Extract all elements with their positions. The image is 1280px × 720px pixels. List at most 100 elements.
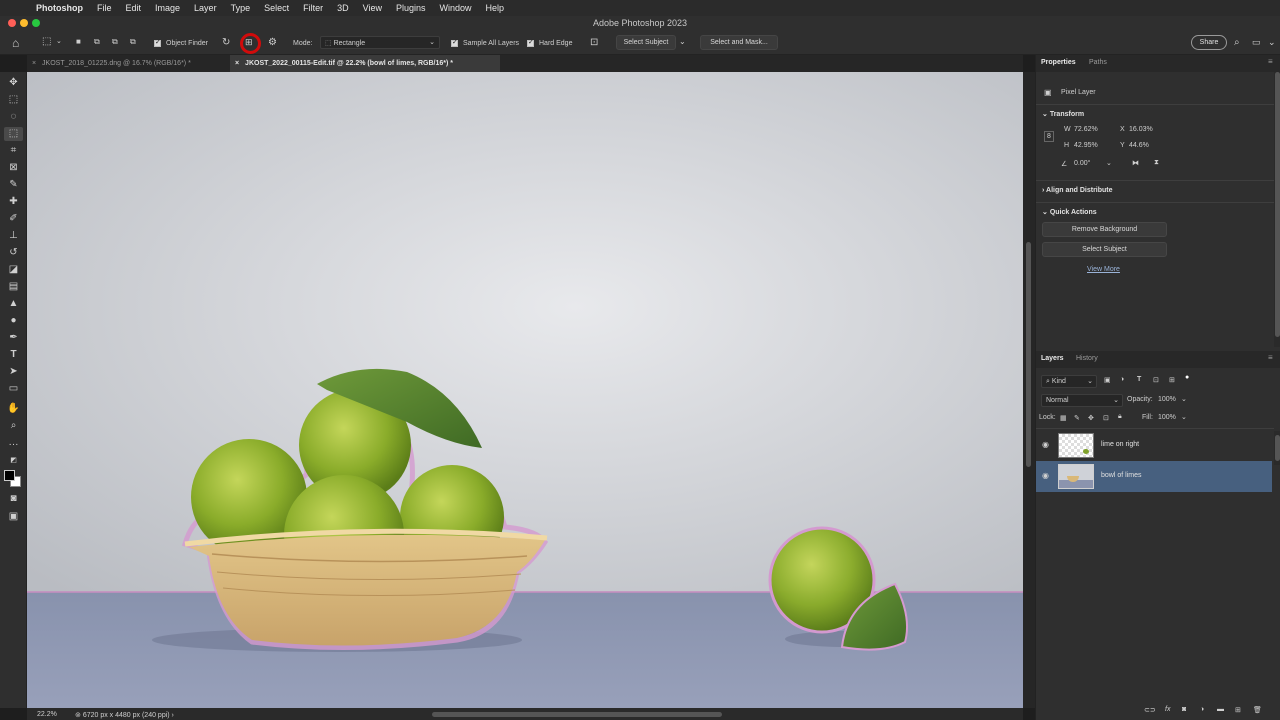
object-selection-tool-icon[interactable]: ⬚ — [4, 127, 23, 141]
eraser-tool-icon[interactable]: ◪ — [4, 263, 23, 277]
menu-file[interactable]: File — [97, 3, 112, 13]
lasso-tool-icon[interactable]: ◌ — [4, 110, 23, 124]
gear-icon[interactable]: ⚙ — [268, 37, 277, 48]
mode-dropdown[interactable]: ⬚ Rectangle ⌄ — [320, 36, 440, 49]
quick-actions-header[interactable]: ⌄ Quick Actions — [1042, 208, 1097, 216]
select-and-mask-button[interactable]: Select and Mask... — [700, 35, 778, 50]
remove-background-button[interactable]: Remove Background — [1042, 222, 1167, 237]
adjustment-layer-icon[interactable]: ◑ — [1200, 706, 1204, 713]
new-selection-icon[interactable]: ■ — [76, 37, 81, 46]
lock-image-icon[interactable]: ✎ — [1074, 414, 1080, 422]
dodge-tool-icon[interactable]: ● — [4, 314, 23, 328]
layer-filter-dropdown[interactable]: ⌕ Kind ⌄ — [1041, 375, 1097, 388]
menu-image[interactable]: Image — [155, 3, 180, 13]
select-subject-quick-button[interactable]: Select Subject — [1042, 242, 1167, 257]
filter-pixel-icon[interactable]: ▣ — [1104, 376, 1111, 384]
layers-scrollbar[interactable] — [1274, 431, 1280, 465]
filter-toggle-icon[interactable]: ● — [1185, 374, 1189, 381]
layer-name[interactable]: bowl of limes — [1101, 472, 1141, 479]
tab-paths[interactable]: Paths — [1089, 59, 1107, 66]
sample-options-icon[interactable]: ⊡ — [590, 37, 598, 48]
link-icon[interactable]: 8 — [1044, 131, 1054, 142]
align-section-header[interactable]: › Align and Distribute — [1042, 187, 1113, 194]
layer-row[interactable]: ◉ lime on right — [1036, 430, 1272, 461]
menu-filter[interactable]: Filter — [303, 3, 323, 13]
workspace-chevron-icon[interactable]: ⌄ — [1268, 37, 1276, 48]
chevron-down-icon[interactable]: ⌄ — [1181, 395, 1187, 403]
menu-type[interactable]: Type — [231, 3, 251, 13]
chevron-down-icon[interactable]: ⌄ — [56, 37, 62, 45]
eyedropper-tool-icon[interactable]: ✎ — [4, 178, 23, 192]
menu-edit[interactable]: Edit — [126, 3, 142, 13]
visibility-eye-icon[interactable]: ◉ — [1042, 440, 1049, 449]
tab-properties[interactable]: Properties — [1041, 59, 1076, 66]
share-button[interactable]: Share — [1191, 35, 1227, 50]
gradient-tool-icon[interactable]: ▤ — [4, 280, 23, 294]
crop-tool-icon[interactable]: ⌗ — [4, 144, 23, 158]
move-tool-icon[interactable]: ✥ — [4, 76, 23, 90]
properties-scrollbar[interactable] — [1274, 72, 1280, 347]
close-icon[interactable]: × — [235, 60, 239, 67]
default-colors-icon[interactable]: ◩ — [4, 454, 23, 468]
menu-layer[interactable]: Layer — [194, 3, 217, 13]
home-icon[interactable]: ⌂ — [12, 36, 19, 50]
width-field[interactable]: 72.62% — [1074, 126, 1098, 137]
filter-smart-object-icon[interactable]: ⊞ — [1169, 376, 1175, 384]
frame-tool-icon[interactable]: ⊠ — [4, 161, 23, 175]
scrollbar-thumb[interactable] — [1026, 242, 1031, 467]
panel-menu-icon[interactable]: ≡ — [1268, 57, 1273, 66]
transform-section-header[interactable]: ⌄ Transform — [1042, 110, 1084, 118]
menu-help[interactable]: Help — [486, 3, 505, 13]
vertical-scrollbar[interactable] — [1023, 72, 1035, 708]
tab-history[interactable]: History — [1076, 355, 1098, 362]
scrollbar-thumb[interactable] — [1275, 72, 1280, 337]
height-field[interactable]: 42.95% — [1074, 142, 1098, 153]
delete-layer-icon[interactable]: 🗑︎ — [1253, 706, 1262, 714]
blend-mode-dropdown[interactable]: Normal ⌄ — [1041, 394, 1123, 407]
hand-tool-icon[interactable]: ✋ — [4, 402, 23, 416]
workspace-icon[interactable]: ▭ — [1252, 37, 1261, 48]
subtract-selection-icon[interactable]: ⧉ — [112, 37, 118, 47]
flip-vertical-icon[interactable]: ⧗ — [1154, 159, 1159, 167]
x-field[interactable]: 16.03% — [1129, 126, 1153, 137]
refresh-icon[interactable]: ↻ — [222, 37, 230, 48]
path-selection-icon[interactable]: ➤ — [4, 365, 23, 379]
close-icon[interactable]: × — [32, 60, 36, 67]
object-finder-checkbox[interactable] — [154, 38, 161, 47]
healing-brush-icon[interactable]: ✚ — [4, 195, 23, 209]
menu-photoshop[interactable]: Photoshop — [36, 3, 83, 13]
select-subject-button[interactable]: Select Subject — [616, 35, 676, 50]
zoom-level[interactable]: 22.2% — [37, 711, 57, 718]
tab-document-2[interactable]: × JKOST_2022_00115-Edit.tif @ 22.2% (bow… — [230, 55, 500, 72]
opacity-field[interactable]: 100% — [1158, 396, 1176, 407]
menu-window[interactable]: Window — [440, 3, 472, 13]
tab-document-1[interactable]: × JKOST_2018_01225.dng @ 16.7% (RGB/16*)… — [27, 55, 230, 72]
search-icon[interactable]: ⌕ — [1234, 37, 1240, 48]
foreground-color-swatch[interactable] — [4, 470, 15, 481]
visibility-eye-icon[interactable]: ◉ — [1042, 471, 1049, 480]
zoom-tool-icon[interactable]: ⌕ — [4, 419, 23, 433]
marquee-tool-icon[interactable]: ⬚ — [4, 93, 23, 107]
menu-select[interactable]: Select — [264, 3, 289, 13]
filter-adjustment-icon[interactable]: ◑ — [1120, 376, 1124, 383]
new-group-icon[interactable]: ▬ — [1217, 706, 1224, 713]
history-brush-icon[interactable]: ↺ — [4, 246, 23, 260]
layer-name[interactable]: lime on right — [1101, 441, 1139, 448]
blur-tool-icon[interactable]: ▲ — [4, 297, 23, 311]
menu-view[interactable]: View — [363, 3, 382, 13]
lock-artboard-icon[interactable]: ⊡ — [1103, 414, 1109, 422]
scrollbar-thumb[interactable] — [1275, 435, 1280, 461]
add-selection-icon[interactable]: ⧉ — [94, 37, 100, 47]
chevron-down-icon[interactable]: ⌄ — [1181, 413, 1187, 421]
pen-tool-icon[interactable]: ✒ — [4, 331, 23, 345]
chevron-down-icon[interactable]: ⌄ — [679, 37, 686, 46]
clone-stamp-icon[interactable]: ⊥ — [4, 229, 23, 243]
lock-position-icon[interactable]: ✥ — [1088, 414, 1094, 422]
quick-mask-icon[interactable]: ◙ — [4, 492, 23, 506]
intersect-selection-icon[interactable]: ⧉ — [130, 37, 136, 47]
brush-tool-icon[interactable]: ✐ — [4, 212, 23, 226]
fx-icon[interactable]: fx — [1165, 706, 1170, 713]
sample-all-layers-checkbox[interactable] — [451, 38, 458, 47]
chevron-down-icon[interactable]: ⌄ — [1106, 159, 1112, 167]
menu-plugins[interactable]: Plugins — [396, 3, 426, 13]
